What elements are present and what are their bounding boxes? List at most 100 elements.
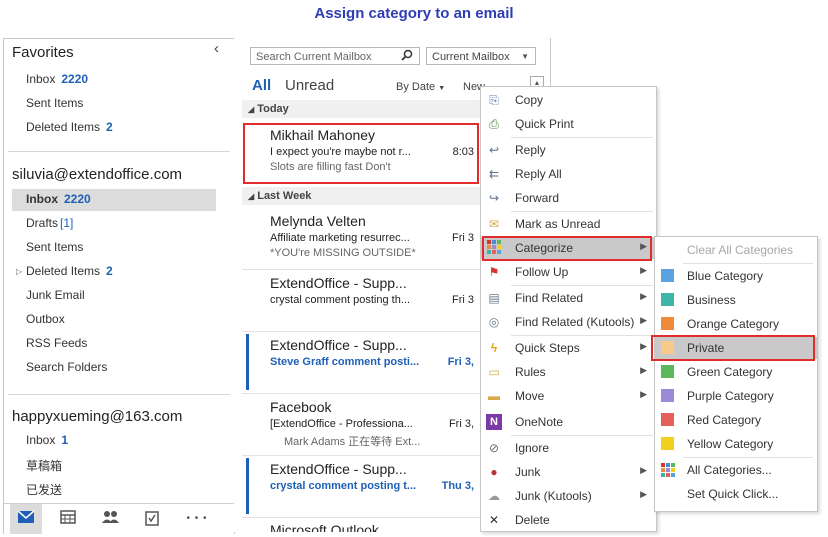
- mail-preview: *YOU're MISSING OUTSIDE*: [270, 247, 416, 259]
- menu-item-copy[interactable]: ⎘ Copy: [481, 89, 656, 111]
- chevron-down-icon: ▼: [521, 52, 529, 61]
- folder-outbox[interactable]: Outbox: [26, 312, 65, 326]
- folder-junk-email[interactable]: Junk Email: [26, 288, 85, 302]
- category-red[interactable]: Red Category: [655, 409, 817, 431]
- color-swatch-icon: [661, 389, 674, 402]
- collapse-pane-icon[interactable]: ‹: [214, 40, 219, 57]
- mail-time: Fri 3,: [448, 418, 474, 430]
- menu-separator: [511, 435, 653, 436]
- menu-item-ignore[interactable]: ⊘ Ignore: [481, 437, 656, 459]
- search-icon[interactable]: [401, 48, 413, 66]
- group-header-today[interactable]: ◢ Today: [242, 100, 488, 118]
- tab-unread[interactable]: Unread: [285, 77, 334, 94]
- tasks-icon[interactable]: [142, 510, 162, 528]
- favorites-header[interactable]: Favorites: [12, 44, 74, 61]
- mail-sender: Facebook: [270, 399, 332, 415]
- mail-sender: Melynda Velten: [270, 213, 366, 229]
- menu-item-junk[interactable]: ● Junk ▶: [481, 461, 656, 483]
- search-scope-dropdown[interactable]: Current Mailbox ▼: [426, 47, 536, 65]
- menu-separator: [511, 137, 653, 138]
- favorite-deleted-items[interactable]: Deleted Items 2: [26, 120, 113, 134]
- folder-search-folders[interactable]: Search Folders: [26, 360, 107, 374]
- category-purple[interactable]: Purple Category: [655, 385, 817, 407]
- submenu-arrow-icon: ▶: [640, 341, 647, 351]
- copy-icon: ⎘: [489, 93, 499, 107]
- folder-sent-items[interactable]: Sent Items: [26, 240, 83, 254]
- list-item[interactable]: ExtendOffice - Supp... Steve Graff comme…: [242, 334, 482, 390]
- menu-separator: [511, 285, 653, 286]
- highlight-box-selected-mail: [243, 123, 479, 184]
- account-header-happyxueming[interactable]: happyxueming@163.com: [12, 408, 182, 425]
- envelope-icon: ✉: [488, 217, 500, 231]
- more-icon[interactable]: • • •: [182, 510, 212, 528]
- divider: [8, 394, 230, 395]
- menu-item-move[interactable]: ▬ Move ▶: [481, 385, 656, 407]
- folder-drafts-2[interactable]: 草稿箱: [26, 457, 62, 474]
- menu-item-reply-all[interactable]: ⇇ Reply All: [481, 163, 656, 185]
- menu-item-rules[interactable]: ▭ Rules ▶: [481, 361, 656, 383]
- mail-sender: Microsoft Outlook: [270, 522, 379, 532]
- menu-item-onenote[interactable]: N OneNote: [481, 411, 656, 433]
- menu-item-delete[interactable]: ✕ Delete: [481, 509, 656, 531]
- menu-item-all-categories[interactable]: All Categories...: [655, 459, 817, 481]
- color-swatch-icon: [661, 269, 674, 282]
- mail-icon[interactable]: [16, 510, 36, 528]
- account-header-siluvia[interactable]: siluvia@extendoffice.com: [12, 166, 182, 183]
- mail-sender: ExtendOffice - Supp...: [270, 461, 407, 477]
- category-business[interactable]: Business: [655, 289, 817, 311]
- divider: [242, 269, 482, 270]
- forward-icon: ↪: [488, 191, 500, 205]
- mail-subject: crystal comment posting th...: [270, 294, 410, 306]
- expand-arrow-icon[interactable]: ▷: [16, 267, 22, 276]
- calendar-icon[interactable]: [58, 510, 78, 528]
- list-item[interactable]: Melynda Velten Affiliate marketing resur…: [242, 210, 482, 266]
- menu-item-mark-as-unread[interactable]: ✉ Mark as Unread: [481, 213, 656, 235]
- mail-subject: Affiliate marketing resurrec...: [270, 232, 410, 244]
- menu-item-set-quick-click[interactable]: Set Quick Click...: [655, 483, 817, 505]
- folder-rss-feeds[interactable]: RSS Feeds: [26, 336, 87, 350]
- sort-by-date-button[interactable]: By Date ▼: [396, 81, 445, 93]
- rules-icon: ▭: [488, 365, 500, 379]
- favorite-sent-items[interactable]: Sent Items: [26, 96, 83, 110]
- mail-time: Fri 3: [452, 294, 474, 306]
- menu-item-forward[interactable]: ↪ Forward: [481, 187, 656, 209]
- list-item[interactable]: Microsoft Outlook: [242, 520, 482, 532]
- folder-inbox-2[interactable]: Inbox 1: [26, 433, 68, 447]
- mail-subject: [ExtendOffice - Professiona...: [270, 418, 413, 430]
- folder-inbox[interactable]: Inbox 2220: [26, 192, 91, 206]
- menu-item-reply[interactable]: ↩ Reply: [481, 139, 656, 161]
- mail-subject: crystal comment posting t...: [270, 480, 417, 492]
- color-swatch-icon: [661, 293, 674, 306]
- list-item[interactable]: Facebook [ExtendOffice - Professiona... …: [242, 396, 482, 452]
- menu-item-quick-steps[interactable]: ϟ Quick Steps ▶: [481, 337, 656, 359]
- color-swatch-icon: [661, 437, 674, 450]
- category-yellow[interactable]: Yellow Category: [655, 433, 817, 455]
- menu-item-quick-print[interactable]: ⎙ Quick Print: [481, 113, 656, 135]
- context-menu: ⎘ Copy ⎙ Quick Print ↩ Reply ⇇ Reply All ↪ Fo…: [480, 86, 657, 532]
- divider: [242, 517, 482, 518]
- category-orange[interactable]: Orange Category: [655, 313, 817, 335]
- menu-item-find-related[interactable]: ▤ Find Related ▶: [481, 287, 656, 309]
- submenu-arrow-icon: ▶: [640, 365, 647, 375]
- categorize-submenu: Clear All Categories Blue Category Busin…: [651, 236, 818, 512]
- list-item[interactable]: ExtendOffice - Supp... crystal comment p…: [242, 458, 482, 514]
- category-blue[interactable]: Blue Category: [655, 265, 817, 287]
- delete-icon: ✕: [488, 513, 500, 527]
- folder-sent-2[interactable]: 已发送: [26, 481, 62, 498]
- category-green[interactable]: Green Category: [655, 361, 817, 383]
- submenu-arrow-icon: ▶: [640, 489, 647, 499]
- folder-drafts[interactable]: Drafts [1]: [26, 216, 73, 230]
- menu-item-junk-kutools[interactable]: ☁ Junk (Kutools) ▶: [481, 485, 656, 507]
- favorite-inbox[interactable]: Inbox 2220: [26, 72, 88, 86]
- menu-item-find-related-kutools[interactable]: ◎ Find Related (Kutools) ▶: [481, 311, 656, 333]
- submenu-arrow-icon: ▶: [640, 291, 647, 301]
- list-item[interactable]: ExtendOffice - Supp... crystal comment p…: [242, 272, 482, 328]
- menu-item-follow-up[interactable]: ⚑ Follow Up ▶: [481, 261, 656, 283]
- people-icon[interactable]: [100, 510, 120, 528]
- group-header-last-week[interactable]: ◢ Last Week: [242, 187, 488, 205]
- tab-all[interactable]: All: [252, 77, 271, 94]
- folder-deleted-items[interactable]: Deleted Items 2: [26, 264, 113, 278]
- kutools-search-icon: ◎: [488, 315, 500, 329]
- search-input[interactable]: Search Current Mailbox: [250, 47, 420, 65]
- menu-item-clear-all-categories[interactable]: Clear All Categories: [655, 239, 817, 261]
